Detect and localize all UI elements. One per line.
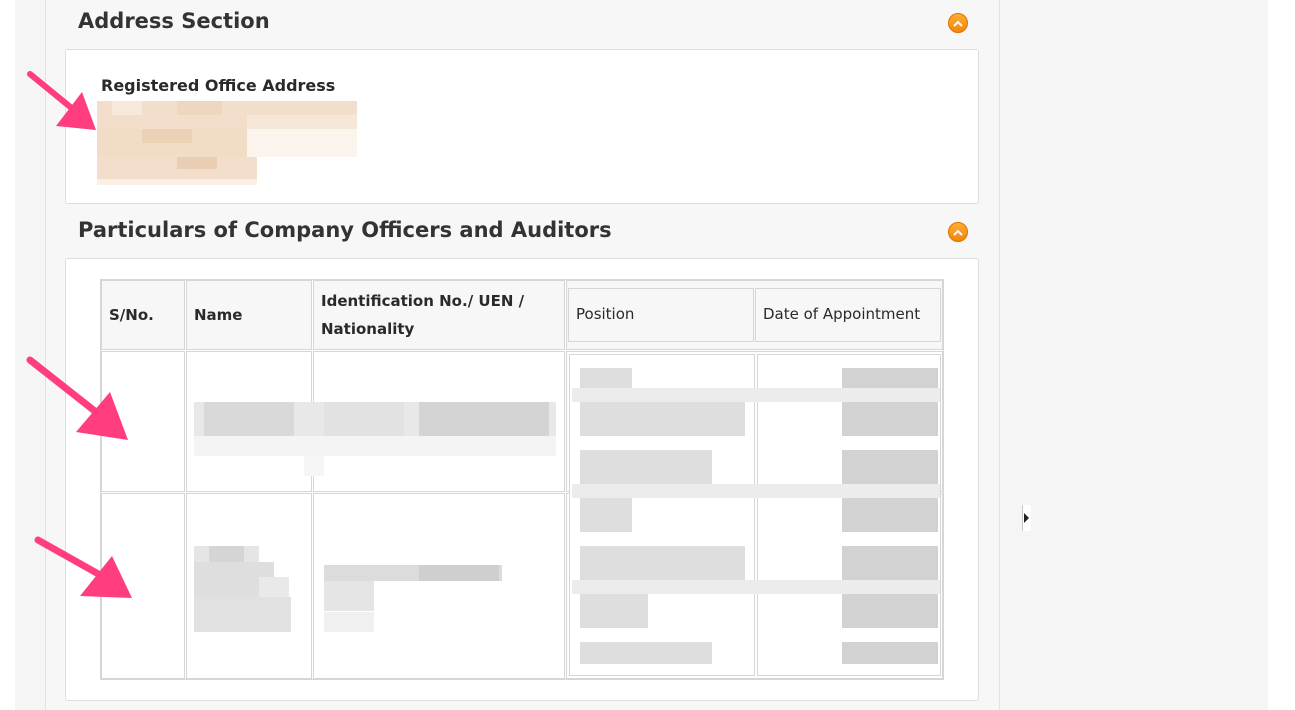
right-sidebar (1000, 0, 1268, 710)
redacted-address-block (97, 101, 357, 185)
annotation-arrow-address (27, 71, 96, 130)
registered-office-address-label: Registered Office Address (101, 76, 336, 95)
column-header-date-of-appointment: Date of Appointment (763, 305, 921, 323)
column-header-name: Name (194, 306, 243, 324)
header-cell-sno: S/No. (101, 280, 185, 350)
redacted-positions-dates (572, 366, 940, 666)
header-cell-name: Name (186, 280, 312, 350)
officers-section-collapse-button[interactable] (948, 222, 968, 242)
scroll-right-control[interactable] (1022, 505, 1031, 531)
collapse-up-icon (953, 20, 963, 27)
address-section-title: Address Section (78, 9, 270, 33)
redacted-row2-name-id (194, 532, 506, 642)
column-header-nationality: Nationality (321, 320, 415, 338)
header-cell-position: Position (568, 288, 754, 342)
scroll-right-icon (1024, 513, 1029, 523)
column-header-identification: Identification No./ UEN / (321, 292, 525, 310)
annotation-arrow-row2 (34, 536, 132, 598)
header-cell-date: Date of Appointment (755, 288, 941, 342)
annotation-arrow-row1 (26, 356, 128, 440)
column-header-sno: S/No. (109, 306, 154, 324)
header-cell-identification: Identification No./ UEN / Nationality (313, 280, 565, 350)
redacted-row1-name-id (194, 398, 556, 478)
column-header-position: Position (576, 305, 635, 323)
address-section-collapse-button[interactable] (948, 13, 968, 33)
officers-section-title: Particulars of Company Officers and Audi… (78, 218, 612, 242)
collapse-up-icon (953, 229, 963, 236)
